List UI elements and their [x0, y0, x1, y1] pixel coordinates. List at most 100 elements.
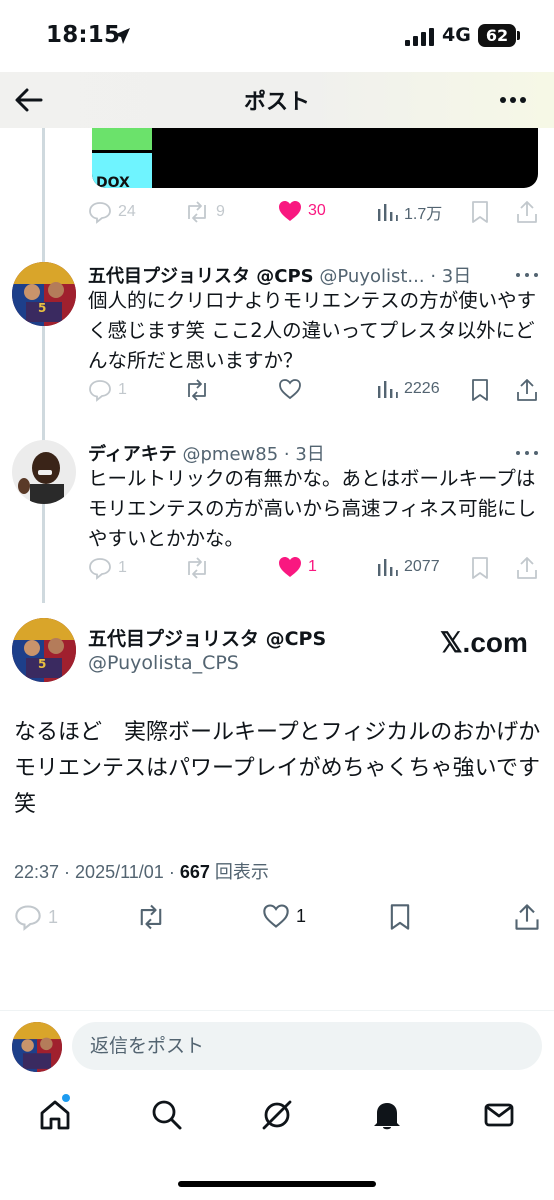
reply-count: 1	[118, 559, 127, 576]
post-time: · 3日	[283, 444, 325, 465]
main-post-text: なるほど 実際ボールキープとフィジカルのおかげかモリエンテスはパワープレイがめち…	[14, 720, 541, 817]
reply-button[interactable]: 1	[88, 556, 127, 580]
reply-icon	[89, 202, 111, 224]
views-button[interactable]: 2226	[376, 378, 440, 400]
like-button[interactable]: 30	[278, 200, 326, 222]
thread-connector-line	[42, 128, 45, 603]
post-time: 22:37	[14, 862, 60, 882]
svg-text:5: 5	[38, 301, 46, 315]
reply-2-text: ヒールトリックの有無かな。あとはボールキープはモリエンテスの方が高いから高速フィ…	[88, 467, 537, 550]
views-label: 回表示	[214, 862, 269, 883]
avatar[interactable]: 5	[12, 262, 76, 326]
reply-2-actions: 1 1 2077	[88, 556, 540, 588]
cellular-signal-icon	[405, 28, 435, 46]
post-time: · 3日	[430, 266, 472, 287]
status-time: 18:15	[46, 22, 121, 48]
bookmark-icon	[472, 201, 488, 223]
media-partial-text: DOX	[96, 175, 130, 188]
post-media-image[interactable]: DOX	[92, 128, 538, 188]
author-name[interactable]: ディアキテ	[88, 444, 177, 465]
share-button[interactable]	[516, 200, 538, 224]
more-options-button[interactable]	[498, 86, 528, 114]
post-more-button[interactable]	[514, 446, 540, 460]
reply-divider	[0, 1010, 554, 1011]
bookmark-button[interactable]	[470, 200, 490, 224]
like-button[interactable]	[278, 378, 302, 400]
reply-icon	[15, 905, 41, 931]
reply-icon	[89, 558, 111, 580]
views-count[interactable]: 667	[180, 862, 210, 882]
post-meta: 22:37 · 2025/11/01 · 667 回表示	[14, 862, 269, 883]
reply-icon	[89, 380, 111, 402]
reply-2-header: ディアキテ @pmew85 · 3日	[88, 440, 325, 466]
reply-button[interactable]: 24	[88, 200, 136, 224]
repost-button[interactable]	[136, 903, 166, 931]
views-bar-chart-icon	[378, 559, 398, 576]
like-button[interactable]: 1	[278, 556, 317, 578]
share-icon	[517, 557, 537, 579]
repost-count: 9	[216, 203, 225, 220]
bookmark-icon	[472, 379, 488, 401]
reply-count: 1	[118, 381, 127, 398]
heart-icon	[279, 379, 301, 400]
battery-icon: 62	[478, 24, 516, 47]
reply-1-text: 個人的にクリロナよりモリエンテスの方が使いやすく感じます笑 ここ2人の違いってプ…	[88, 289, 537, 372]
share-button[interactable]	[514, 903, 540, 931]
bookmark-icon	[472, 557, 488, 579]
bookmark-button[interactable]	[388, 903, 412, 931]
search-icon[interactable]	[150, 1098, 184, 1132]
more-dots-icon	[516, 451, 538, 455]
notifications-icon[interactable]	[370, 1098, 404, 1132]
share-button[interactable]	[516, 556, 538, 580]
share-button[interactable]	[516, 378, 538, 402]
avatar	[12, 1022, 62, 1072]
battery-tip	[517, 31, 520, 40]
reply-1-header: 五代目プジョリスタ @CPS @Puyolist... · 3日	[88, 262, 471, 288]
author-name[interactable]: 五代目プジョリスタ @CPS	[88, 624, 326, 651]
share-icon	[517, 379, 537, 401]
avatar[interactable]: 5	[12, 618, 76, 682]
share-icon	[517, 201, 537, 223]
like-count: 1	[308, 558, 317, 575]
author-handle[interactable]: @Puyolista_CPS	[88, 652, 239, 674]
reply-button[interactable]: 1	[14, 903, 58, 931]
bookmark-button[interactable]	[470, 556, 490, 580]
reply-input[interactable]: 返信をポスト	[72, 1022, 542, 1070]
home-icon[interactable]	[38, 1098, 72, 1132]
author-handle[interactable]: @pmew85	[182, 444, 278, 465]
avatar[interactable]	[12, 440, 76, 504]
heart-filled-icon	[279, 557, 301, 577]
share-icon	[515, 904, 539, 930]
repost-button[interactable]: 9	[184, 200, 225, 224]
home-indicator	[178, 1181, 376, 1187]
repost-button[interactable]	[184, 556, 210, 580]
reply-button[interactable]: 1	[88, 378, 127, 402]
repost-icon	[188, 379, 206, 401]
like-button[interactable]: 1	[262, 903, 306, 929]
reply-1-actions: 1 2226	[88, 378, 540, 410]
repost-icon	[140, 904, 162, 930]
messages-icon[interactable]	[482, 1098, 516, 1132]
views-bar-chart-icon	[378, 204, 398, 221]
post-more-button[interactable]	[514, 268, 540, 282]
author-handle[interactable]: @Puyolist...	[319, 266, 424, 287]
views-count: 2077	[404, 558, 440, 575]
author-name[interactable]: 五代目プジョリスタ @CPS	[88, 266, 314, 287]
main-post-actions: 1 1	[14, 903, 542, 935]
grok-icon[interactable]	[260, 1098, 294, 1132]
bookmark-icon	[390, 904, 410, 930]
heart-icon	[263, 904, 289, 928]
reply-count: 1	[48, 906, 59, 927]
bookmark-button[interactable]	[470, 378, 490, 402]
svg-text:5: 5	[38, 657, 46, 671]
views-bar-chart-icon	[378, 381, 398, 398]
repost-button[interactable]	[184, 378, 210, 402]
like-count: 30	[308, 202, 326, 219]
views-count: 2226	[404, 380, 440, 397]
views-button[interactable]: 1.7万	[376, 200, 442, 224]
views-button[interactable]: 2077	[376, 556, 440, 578]
views-count: 1.7万	[404, 206, 443, 223]
status-bar: 18:15 4G 62	[0, 0, 554, 72]
page-title: ポスト	[243, 90, 310, 115]
prev-post-actions: 24 9 30 1.7万	[88, 200, 540, 232]
